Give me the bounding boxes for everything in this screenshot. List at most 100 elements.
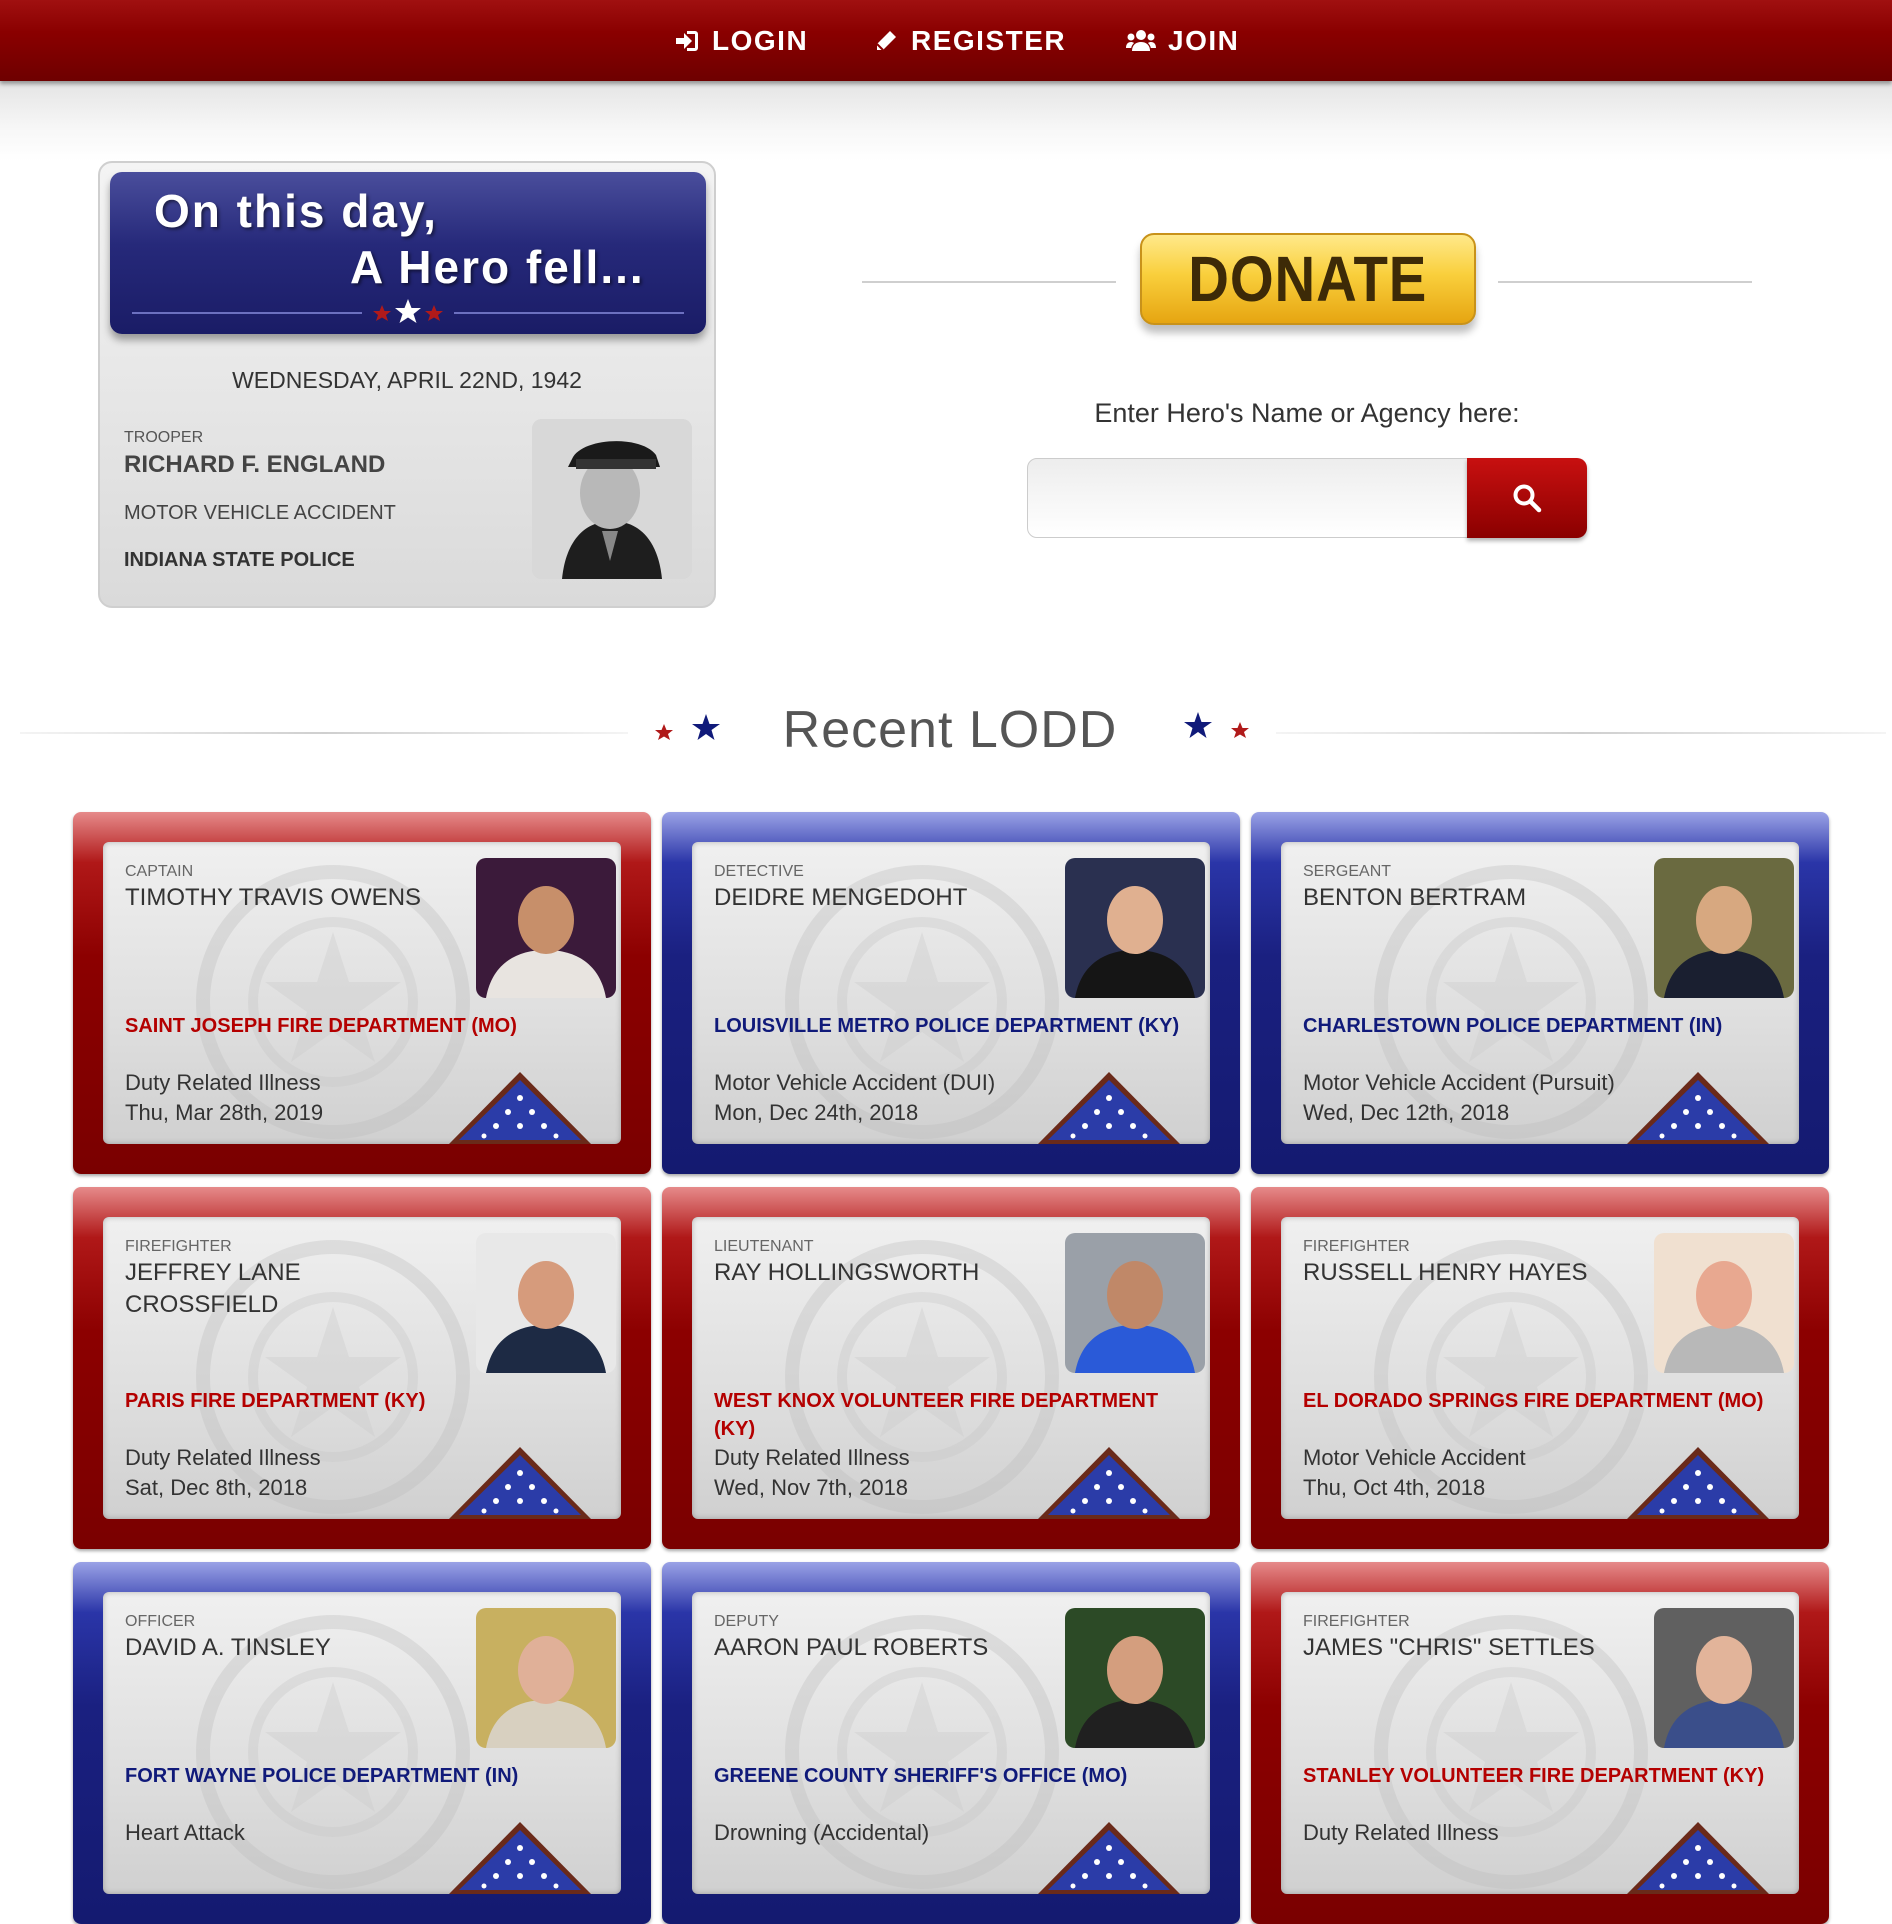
sign-in-icon (676, 30, 698, 51)
lodd-name[interactable]: DAVID A. TINSLEY (125, 1632, 455, 1664)
lodd-rank: DETECTIVE (714, 863, 804, 880)
folded-flag-icon (449, 1072, 591, 1144)
lodd-name[interactable]: TIMOTHY TRAVIS OWENS (125, 882, 455, 914)
lodd-name[interactable]: JEFFREY LANE CROSSFIELD (125, 1257, 455, 1321)
lodd-card[interactable]: FIREFIGHTER JEFFREY LANE CROSSFIELD PARI… (73, 1187, 651, 1549)
lodd-photo[interactable] (1654, 858, 1794, 998)
hero-photo[interactable] (532, 419, 692, 579)
lodd-agency[interactable]: FORT WAYNE POLICE DEPARTMENT (IN) (125, 1762, 605, 1790)
folded-flag-icon (1038, 1447, 1180, 1519)
lodd-cause: Duty Related Illness (714, 1445, 910, 1470)
lodd-photo[interactable] (1065, 1233, 1205, 1373)
lodd-date: Thu, Mar 28th, 2019 (125, 1100, 324, 1125)
folded-flag-icon (1038, 1822, 1180, 1894)
lodd-agency[interactable]: GREENE COUNTY SHERIFF'S OFFICE (MO) (714, 1762, 1194, 1790)
lodd-card[interactable]: FIREFIGHTER JAMES "CHRIS" SETTLES STANLE… (1251, 1562, 1829, 1924)
lodd-card[interactable]: LIEUTENANT RAY HOLLINGSWORTH WEST KNOX V… (662, 1187, 1240, 1549)
section-divider-left (20, 732, 628, 734)
lodd-name[interactable]: BENTON BERTRAM (1303, 882, 1633, 914)
hero-search-input[interactable] (1027, 458, 1469, 538)
lodd-card-panel: DETECTIVE DEIDRE MENGEDOHT LOUISVILLE ME… (692, 842, 1210, 1144)
lodd-card[interactable]: FIREFIGHTER RUSSELL HENRY HAYES EL DORAD… (1251, 1187, 1829, 1549)
on-this-day-card[interactable]: On this day, A Hero fell... WEDNESDAY, A… (98, 161, 716, 608)
lodd-cause: Motor Vehicle Accident (1303, 1445, 1526, 1470)
folded-flag-icon (1038, 1072, 1180, 1144)
donate-button[interactable]: DONATE (1140, 233, 1476, 325)
register-label: REGISTER (911, 24, 1067, 56)
lodd-name[interactable]: RUSSELL HENRY HAYES (1303, 1257, 1633, 1289)
donate-label: DONATE (1188, 243, 1428, 315)
lodd-cause: Duty Related Illness (125, 1070, 321, 1095)
lodd-card-panel: SERGEANT BENTON BERTRAM CHARLESTOWN POLI… (1281, 842, 1799, 1144)
lodd-agency[interactable]: PARIS FIRE DEPARTMENT (KY) (125, 1387, 605, 1415)
lodd-card[interactable]: SERGEANT BENTON BERTRAM CHARLESTOWN POLI… (1251, 812, 1829, 1174)
lodd-name[interactable]: AARON PAUL ROBERTS (714, 1632, 1044, 1664)
lodd-card-panel: OFFICER DAVID A. TINSLEY FORT WAYNE POLI… (103, 1592, 621, 1894)
folded-flag-icon (449, 1822, 591, 1894)
lodd-date: Wed, Dec 12th, 2018 (1303, 1100, 1510, 1125)
lodd-photo[interactable] (1654, 1233, 1794, 1373)
hero-name[interactable]: RICHARD F. ENGLAND (124, 451, 385, 479)
lodd-card-panel: FIREFIGHTER RUSSELL HENRY HAYES EL DORAD… (1281, 1217, 1799, 1519)
lodd-photo[interactable] (476, 1608, 616, 1748)
on-this-day-banner: On this day, A Hero fell... (110, 172, 706, 334)
folded-flag-icon (1627, 1447, 1769, 1519)
lodd-photo[interactable] (1065, 858, 1205, 998)
banner-divider-left (132, 312, 362, 314)
lodd-rank: FIREFIGHTER (1303, 1613, 1410, 1630)
login-link[interactable]: LOGIN (674, 0, 808, 81)
lodd-name[interactable]: DEIDRE MENGEDOHT (714, 882, 1044, 914)
lodd-rank: OFFICER (125, 1613, 196, 1630)
donate-divider-left (862, 281, 1116, 283)
lodd-photo[interactable] (1065, 1608, 1205, 1748)
lodd-card-panel: DEPUTY AARON PAUL ROBERTS GREENE COUNTY … (692, 1592, 1210, 1894)
lodd-card[interactable]: DEPUTY AARON PAUL ROBERTS GREENE COUNTY … (662, 1562, 1240, 1924)
lodd-name[interactable]: RAY HOLLINGSWORTH (714, 1257, 1044, 1289)
lodd-photo[interactable] (476, 858, 616, 998)
lodd-cause: Heart Attack (125, 1820, 245, 1845)
on-this-day-date: WEDNESDAY, APRIL 22ND, 1942 (232, 367, 582, 393)
lodd-rank: SERGEANT (1303, 863, 1392, 880)
login-label: LOGIN (712, 24, 809, 56)
folded-flag-icon (1627, 1822, 1769, 1894)
lodd-rank: CAPTAIN (125, 863, 194, 880)
lodd-agency[interactable]: EL DORADO SPRINGS FIRE DEPARTMENT (MO) (1303, 1387, 1783, 1415)
hero-rank: TROOPER (124, 429, 204, 446)
lodd-card-panel: CAPTAIN TIMOTHY TRAVIS OWENS SAINT JOSEP… (103, 842, 621, 1144)
lodd-agency[interactable]: SAINT JOSEPH FIRE DEPARTMENT (MO) (125, 1012, 605, 1040)
banner-line-2: A Hero fell... (350, 241, 645, 293)
lodd-rank: FIREFIGHTER (125, 1238, 232, 1255)
search-button[interactable] (1467, 458, 1587, 538)
lodd-card[interactable]: OFFICER DAVID A. TINSLEY FORT WAYNE POLI… (73, 1562, 651, 1924)
lodd-photo[interactable] (476, 1233, 616, 1373)
lodd-agency[interactable]: LOUISVILLE METRO POLICE DEPARTMENT (KY) (714, 1012, 1194, 1040)
lodd-card-panel: FIREFIGHTER JAMES "CHRIS" SETTLES STANLE… (1281, 1592, 1799, 1894)
lodd-card[interactable]: CAPTAIN TIMOTHY TRAVIS OWENS SAINT JOSEP… (73, 812, 651, 1174)
lodd-rank: LIEUTENANT (714, 1238, 814, 1255)
lodd-card-panel: FIREFIGHTER JEFFREY LANE CROSSFIELD PARI… (103, 1217, 621, 1519)
join-label: JOIN (1168, 24, 1240, 56)
lodd-agency[interactable]: CHARLESTOWN POLICE DEPARTMENT (IN) (1303, 1012, 1783, 1040)
lodd-cause: Motor Vehicle Accident (Pursuit) (1303, 1070, 1615, 1095)
lodd-date: Wed, Nov 7th, 2018 (714, 1475, 909, 1500)
section-title: Recent LODD (782, 701, 1118, 759)
join-link[interactable]: JOIN (1126, 0, 1239, 81)
lodd-cause: Drowning (Accidental) (714, 1820, 930, 1845)
banner-divider-right (454, 312, 684, 314)
top-nav-bar: LOGIN REGISTER JOIN (0, 0, 1892, 81)
lodd-card[interactable]: DETECTIVE DEIDRE MENGEDOHT LOUISVILLE ME… (662, 812, 1240, 1174)
lodd-agency[interactable]: STANLEY VOLUNTEER FIRE DEPARTMENT (KY) (1303, 1762, 1783, 1790)
lodd-rank: DEPUTY (714, 1613, 779, 1630)
lodd-date: Mon, Dec 24th, 2018 (714, 1100, 919, 1125)
donate-divider-right (1498, 281, 1752, 283)
banner-line-1: On this day, (154, 185, 438, 237)
lodd-name[interactable]: JAMES "CHRIS" SETTLES (1303, 1632, 1633, 1664)
lodd-cause: Motor Vehicle Accident (DUI) (714, 1070, 996, 1095)
section-divider-right (1276, 732, 1886, 734)
lodd-date: Sat, Dec 8th, 2018 (125, 1475, 308, 1500)
folded-flag-icon (449, 1447, 591, 1519)
stars-right-icon (1184, 712, 1249, 738)
lodd-photo[interactable] (1654, 1608, 1794, 1748)
lodd-agency[interactable]: WEST KNOX VOLUNTEER FIRE DEPARTMENT (KY) (714, 1387, 1194, 1443)
register-link[interactable]: REGISTER (873, 0, 1066, 81)
